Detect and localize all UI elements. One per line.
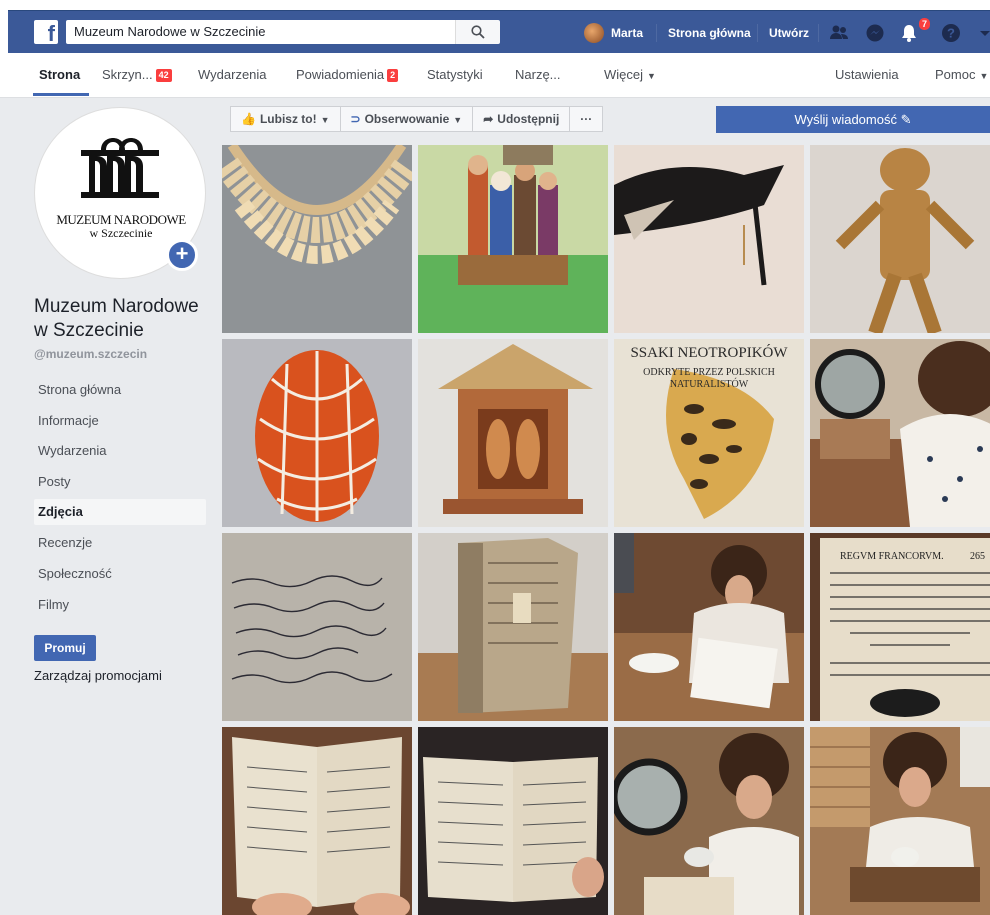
book-title-line1: SSAKI NEOTROPIKÓW: [630, 344, 788, 361]
photo-wooden-bird-sculpture[interactable]: [614, 145, 804, 333]
photo-printed-latin-page[interactable]: REGVM FRANCORVM. 265: [810, 533, 990, 721]
inbox-count-badge: 42: [155, 69, 172, 82]
photo-book-cover-neotropical-mammals[interactable]: SSAKI NEOTROPIKÓW ODKRYTE PRZEZ POLSKICH…: [614, 339, 804, 527]
photo-wooden-nativity[interactable]: [418, 339, 608, 527]
notifications-bell-icon[interactable]: [898, 22, 920, 44]
photo-woman-magnifier-reading[interactable]: [614, 727, 804, 915]
rss-feed-icon: ⊃: [350, 112, 361, 126]
page-title: Muzeum Narodowe w Szczecinie: [34, 296, 199, 341]
sidebar-item-reviews[interactable]: Recenzje: [34, 530, 206, 556]
share-label: Udostępnij: [497, 112, 560, 126]
photo-tooth-necklace[interactable]: [222, 145, 412, 333]
divider: [757, 24, 758, 42]
like-label: Lubisz to!: [259, 112, 317, 126]
sidebar-item-photos[interactable]: Zdjęcia: [34, 499, 206, 525]
tab-page[interactable]: Strona: [39, 67, 80, 83]
create-link[interactable]: Utwórz: [769, 24, 809, 42]
manage-promotions-link[interactable]: Zarządzaj promocjami: [34, 668, 162, 683]
tab-help[interactable]: Pomoc ▼: [935, 67, 988, 84]
sidebar-item-posts[interactable]: Posty: [34, 469, 206, 495]
tab-label: Skrzyn...: [102, 67, 153, 82]
photo-open-book-dark[interactable]: [418, 727, 608, 915]
pencil-icon: ✎: [900, 112, 912, 127]
sidebar-item-about[interactable]: Informacje: [34, 408, 206, 434]
book-title-line3: NATURALISTÓW: [670, 378, 749, 390]
help-icon[interactable]: ?: [940, 22, 962, 44]
friend-requests-icon[interactable]: [828, 22, 850, 44]
tab-label: Wydarzenia: [198, 67, 267, 82]
tab-tools[interactable]: Narzę...: [515, 67, 561, 83]
left-sidebar: MUZEUM NARODOWE w Szczecinie + Muzeum Na…: [0, 99, 216, 864]
photo-woman-reading-library[interactable]: [810, 727, 990, 915]
museum-logo-icon: [81, 138, 159, 198]
latin-page-number: 265: [970, 551, 985, 562]
user-profile-link[interactable]: Marta: [611, 24, 643, 42]
divider: [656, 24, 657, 42]
share-arrow-icon: ➦: [483, 112, 494, 126]
tab-label: Narzę...: [515, 67, 561, 82]
share-button[interactable]: ➦ Udostępnij: [472, 106, 571, 132]
search-button[interactable]: [455, 20, 500, 44]
facebook-logo-icon[interactable]: f: [34, 20, 58, 44]
active-tab-indicator: [33, 93, 89, 96]
sidebar-item-videos[interactable]: Filmy: [34, 592, 206, 618]
photo-handwritten-manuscript[interactable]: [222, 533, 412, 721]
follow-label: Obserwowanie: [364, 112, 450, 126]
top-bar-blue: f Muzeum Narodowe w Szczecinie Marta Str…: [8, 10, 990, 53]
search-icon: [471, 25, 485, 39]
tab-label: Więcej: [604, 67, 644, 82]
photo-open-book-hands[interactable]: [222, 727, 412, 915]
promote-button[interactable]: Promuj: [34, 635, 96, 661]
photo-woman-with-magnifier[interactable]: [810, 339, 990, 527]
photo-folk-figures[interactable]: [418, 145, 608, 333]
page-tab-bar: Strona Skrzyn... 42 Wydarzenia Powiadomie…: [0, 53, 990, 98]
search-input[interactable]: Muzeum Narodowe w Szczecinie: [66, 20, 466, 44]
home-link[interactable]: Strona główna: [668, 24, 751, 42]
caret-down-icon: ▼: [647, 71, 656, 81]
photo-woman-reading-gloves[interactable]: [614, 533, 804, 721]
svg-text:?: ?: [947, 26, 955, 41]
page-action-bar: 👍 Lubisz to! ▼ ⊃ Obserwowanie ▼ ➦ Udostępnij …: [230, 106, 604, 132]
tab-insights[interactable]: Statystyki: [427, 67, 483, 83]
tab-label: Statystyki: [427, 67, 483, 82]
more-options-icon: ···: [580, 112, 593, 126]
tab-label: Pomoc: [935, 67, 976, 82]
send-message-label: Wyślij wiadomość: [794, 112, 897, 127]
user-avatar[interactable]: [584, 23, 604, 43]
messenger-icon[interactable]: [864, 22, 886, 44]
thumbs-up-icon: 👍: [241, 112, 256, 126]
divider: [818, 24, 819, 42]
sidebar-item-events[interactable]: Wydarzenia: [34, 438, 206, 464]
follow-button[interactable]: ⊃ Obserwowanie ▼: [339, 106, 474, 132]
tab-more[interactable]: Więcej ▼: [604, 67, 656, 84]
photo-decorated-easter-egg[interactable]: [222, 339, 412, 527]
page-username[interactable]: @muzeum.szczecin: [34, 347, 147, 361]
tab-label: Strona: [39, 67, 81, 82]
latin-page-heading: REGVM FRANCORVM.: [840, 551, 944, 562]
sidebar-item-home[interactable]: Strona główna: [34, 377, 206, 403]
caret-down-icon: ▼: [320, 115, 330, 125]
tab-label: Ustawienia: [835, 67, 899, 82]
update-profile-picture-plus-icon[interactable]: +: [166, 239, 198, 271]
book-title-line2: ODKRYTE PRZEZ POLSKICH: [643, 367, 775, 378]
tab-settings[interactable]: Ustawienia: [835, 67, 899, 83]
tab-events[interactable]: Wydarzenia: [198, 67, 267, 83]
caret-down-icon: ▼: [453, 115, 463, 125]
top-navigation-bar: f Muzeum Narodowe w Szczecinie Marta Str…: [0, 0, 990, 53]
tab-label: Powiadomienia: [296, 67, 385, 82]
photo-old-book-spine[interactable]: [418, 533, 608, 721]
notifications-count-badge: 2: [387, 69, 399, 82]
notification-count-badge: 7: [918, 17, 932, 31]
photo-grid: SSAKI NEOTROPIKÓW ODKRYTE PRZEZ POLSKICH…: [222, 145, 990, 915]
like-button[interactable]: 👍 Lubisz to! ▼: [230, 106, 341, 132]
tab-inbox[interactable]: Skrzyn... 42: [102, 67, 172, 83]
send-message-button[interactable]: Wyślij wiadomość ✎: [716, 106, 990, 133]
caret-down-icon: ▼: [979, 71, 989, 81]
tab-notifications[interactable]: Powiadomienia 2: [296, 67, 399, 83]
photo-straw-figure[interactable]: [810, 145, 990, 333]
account-menu-chevron-down-icon[interactable]: [974, 22, 990, 44]
sidebar-item-community[interactable]: Społeczność: [34, 561, 206, 587]
more-options-button[interactable]: ···: [569, 106, 604, 132]
